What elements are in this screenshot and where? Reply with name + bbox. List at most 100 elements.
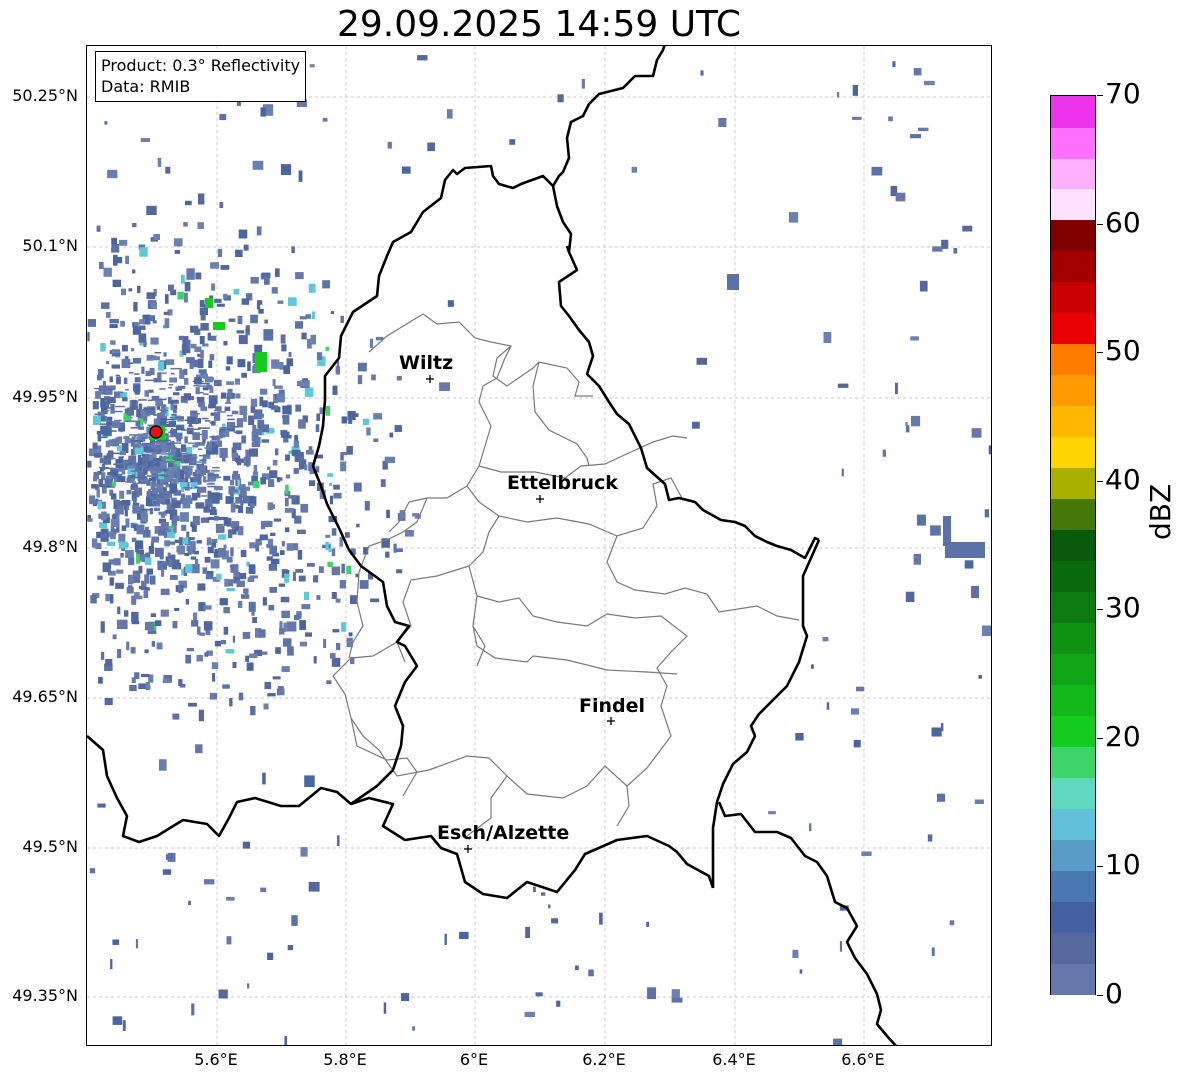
colorbar-segment [1051,622,1095,654]
echo-pixel [109,452,121,455]
echo-pixel [121,525,127,531]
echo-pixel [211,492,220,499]
echo-pixel [179,426,184,429]
echo-pixel [158,511,166,515]
city-labels: Wiltz Ettelbruck Findel Esch/Alzette [399,352,645,844]
echo-pixel [371,374,376,381]
echo-pixel [142,460,150,462]
echo-pixel [185,564,193,573]
echo-pixel [122,1020,126,1031]
echo-pixel [287,297,297,306]
echo-pixel [134,377,141,383]
echo-pixel [117,445,122,452]
echo-pixel [90,595,97,604]
echo-pixel [197,486,207,493]
echo-pixel [169,384,174,386]
echo-pixel [152,440,159,443]
echo-pixel [331,548,336,557]
echo-pixel [213,322,225,330]
echo-pixel [158,361,165,371]
echo-pixel [131,399,137,410]
echo-pixel [136,553,140,564]
colorbar-segment [1051,529,1095,562]
echo-pixel [346,445,353,455]
echo-pixel [129,362,133,364]
echo-pixel [228,318,236,322]
echo-pixel [335,598,341,603]
echo-pixel [248,564,256,574]
echo-pixel [260,413,264,418]
echo-pixel [115,405,126,408]
echo-pixel [199,459,207,461]
echo-pixel [275,448,279,456]
echo-pixel [910,134,921,139]
echo-pixel [905,425,910,433]
colorbar-segment [1051,901,1095,933]
echo-pixel [380,479,386,487]
echo-pixel [971,586,979,598]
echo-pixel [305,314,311,319]
echo-pixel [102,420,112,422]
echo-pixel [190,343,197,349]
echo-pixel [211,662,219,669]
echo-pixel [230,479,235,486]
echo-pixel [173,447,177,449]
echo-pixel [200,323,209,331]
colorbar-segment [1051,436,1095,469]
echo-pixel [196,391,204,394]
echo-pixel [113,463,116,466]
echo-pixel [250,277,259,284]
echo-pixel [232,635,236,643]
echo-pixel [157,157,162,167]
echo-pixel [285,454,290,461]
echo-pixel [137,455,142,466]
echo-pixel [962,225,973,232]
echo-pixel [164,445,176,447]
colorbar-segment [1051,96,1095,128]
echo-pixel [178,585,182,594]
echo-pixel [170,373,175,375]
echo-pixel [344,532,350,538]
echo-pixel [978,675,982,679]
echo-pixel [223,293,228,299]
echo-pixel [373,413,383,420]
echo-pixel [203,506,211,513]
echo-pixel [130,427,142,429]
echo-pixel [145,370,151,377]
echo-pixel [260,477,266,485]
echo-pixel [236,330,245,334]
echo-pixel [203,480,210,482]
echo-pixel [274,268,280,277]
echo-pixel [135,440,145,442]
echo-pixel [179,417,182,419]
echo-pixel [109,376,113,383]
echo-pixel [184,436,188,444]
echo-pixel [98,467,109,469]
echo-pixel [96,489,100,498]
echo-pixel [284,527,290,533]
echo-pixel [190,461,202,463]
echo-pixel [297,451,304,457]
echo-pixel [359,580,369,589]
echo-pixel [548,904,551,909]
echo-pixel [158,424,166,426]
colorbar-segment [1051,250,1095,283]
echo-pixel [927,834,933,842]
echo-pixel [300,503,309,513]
echo-pixel [186,339,191,350]
echo-pixel [145,681,150,691]
echo-pixel [328,482,333,487]
echo-pixel [164,540,171,547]
echo-pixel [268,479,275,488]
echo-pixel [110,493,117,500]
echo-pixel [128,372,134,374]
echo-pixel [386,509,390,519]
echo-pixel [101,550,109,556]
colorbar-tick-label: 60 [1105,205,1141,239]
echo-pixel [174,539,180,544]
echo-pixel [279,628,285,635]
colorbar-tick-label: 40 [1105,462,1141,496]
echo-pixel [169,483,177,494]
echo-pixel [327,473,334,477]
echo-pixel [99,261,104,270]
